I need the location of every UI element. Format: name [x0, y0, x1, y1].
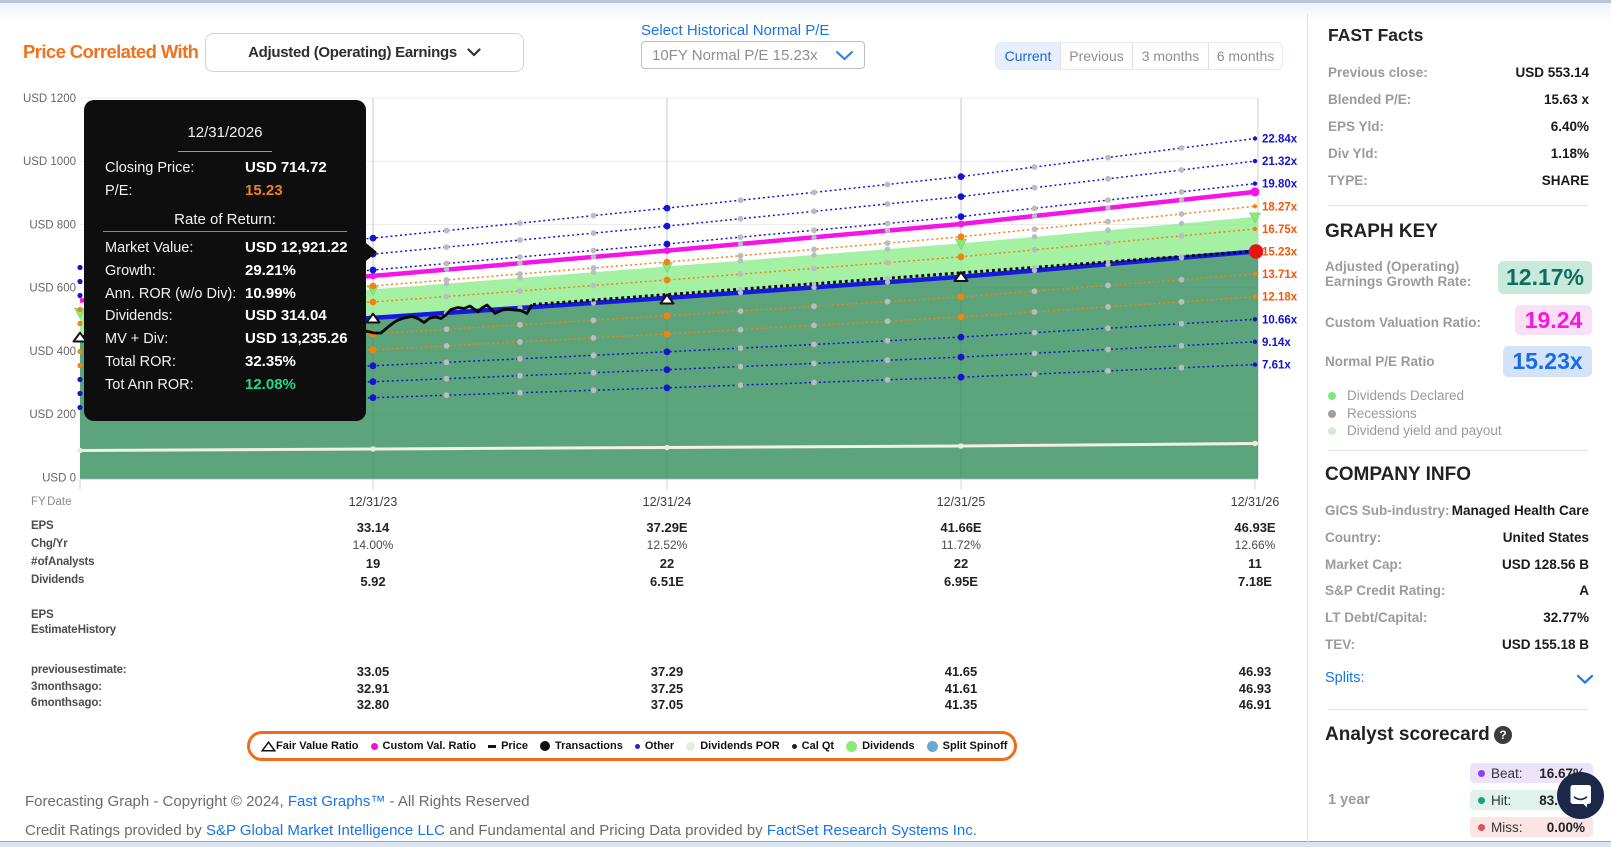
- svg-text:15.23x: 15.23x: [1262, 247, 1298, 259]
- svg-text:USD 1000: USD 1000: [23, 156, 76, 168]
- svg-text:USD 200: USD 200: [29, 409, 76, 421]
- svg-text:USD 400: USD 400: [29, 346, 76, 358]
- svg-text:9.14x: 9.14x: [1262, 337, 1291, 349]
- svg-text:18.27x: 18.27x: [1262, 201, 1298, 213]
- svg-text:10.66x: 10.66x: [1262, 314, 1298, 326]
- svg-text:USD 1200: USD 1200: [23, 93, 76, 105]
- svg-text:16.75x: 16.75x: [1262, 224, 1298, 236]
- svg-text:USD 800: USD 800: [29, 219, 76, 231]
- svg-text:7.61x: 7.61x: [1262, 360, 1291, 372]
- svg-text:21.32x: 21.32x: [1262, 156, 1298, 168]
- svg-text:12.18x: 12.18x: [1262, 292, 1298, 304]
- svg-text:USD 600: USD 600: [29, 283, 76, 295]
- svg-text:19.80x: 19.80x: [1262, 179, 1298, 191]
- svg-text:13.71x: 13.71x: [1262, 269, 1298, 281]
- svg-text:22.84x: 22.84x: [1262, 134, 1298, 146]
- svg-text:USD 0: USD 0: [42, 472, 76, 484]
